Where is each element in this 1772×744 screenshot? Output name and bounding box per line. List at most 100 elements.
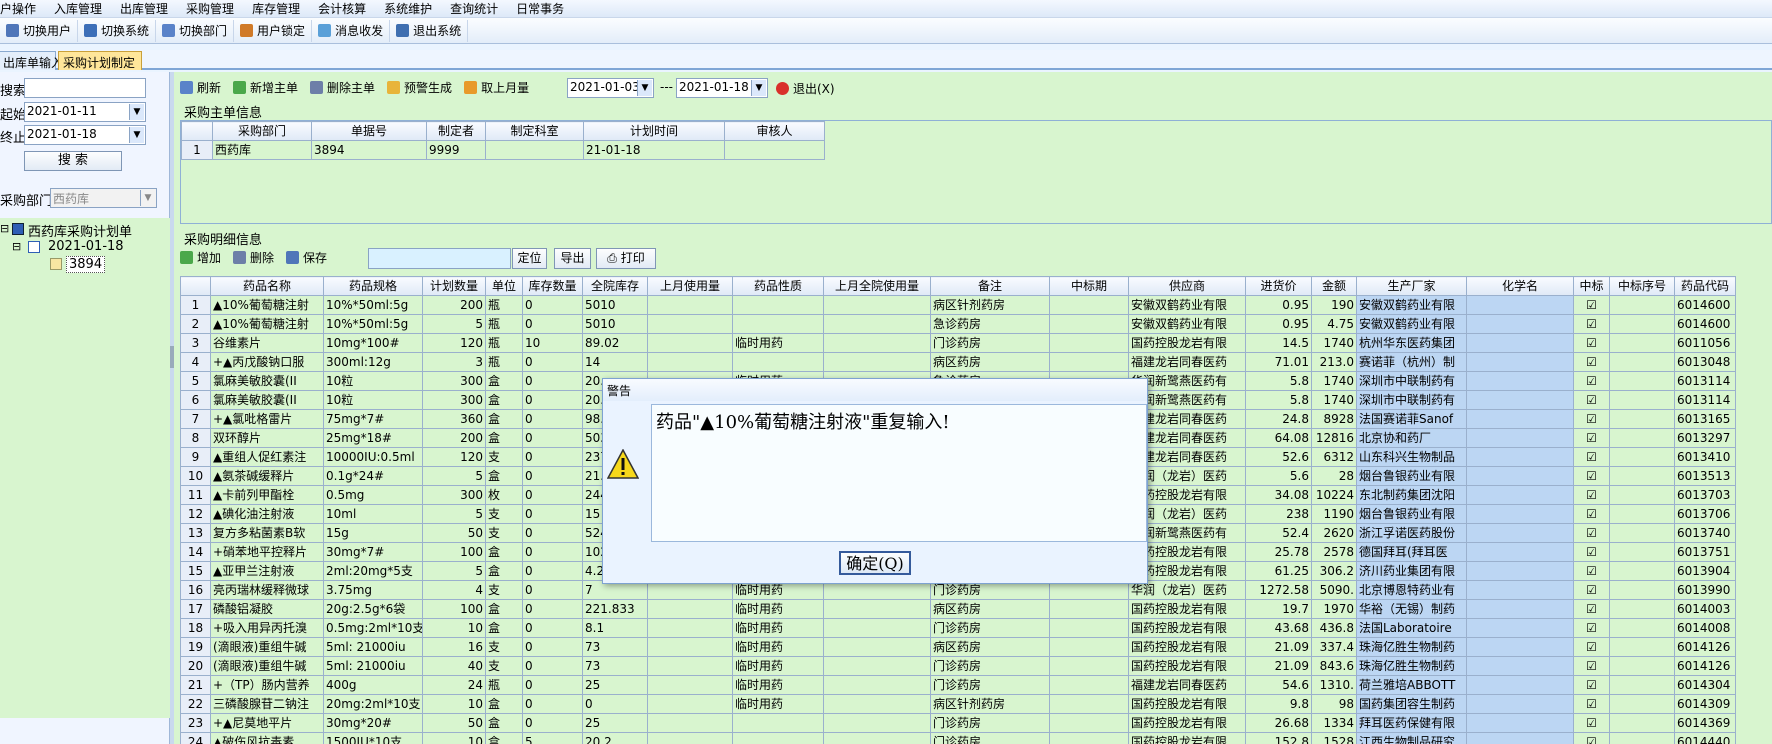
table-cell[interactable]: 盒	[485, 618, 523, 638]
table-cell[interactable]: 9	[180, 447, 211, 467]
table-cell[interactable]: 病区针剂药房	[930, 694, 1050, 714]
table-cell[interactable]: ☑	[1573, 447, 1610, 467]
table-row[interactable]: 3 谷维素片 10mg*100# 120 瓶 10 89.02 临时用药 门诊药房 国药控股龙岩有…	[180, 333, 1736, 353]
table-cell[interactable]	[823, 352, 931, 372]
table-cell[interactable]	[1466, 485, 1574, 505]
table-cell[interactable]: ☑	[1573, 428, 1610, 448]
table-cell[interactable]: ☑	[1573, 637, 1610, 657]
table-cell[interactable]: 华裕（无锡）制药	[1356, 599, 1467, 619]
table-cell[interactable]: 氯麻美敏胶囊(II	[210, 371, 324, 391]
table-cell[interactable]: 5.8	[1245, 390, 1312, 410]
table-cell[interactable]	[823, 618, 931, 638]
table-cell[interactable]: 300ml:12g	[323, 352, 423, 372]
table-cell[interactable]: 盒	[485, 713, 523, 733]
table-cell[interactable]: 国药控股龙岩有限	[1128, 637, 1246, 657]
table-cell[interactable]: 东北制药集团沈阳	[1356, 485, 1467, 505]
new-master-button[interactable]: 新增主单	[233, 79, 298, 96]
table-cell[interactable]: 珠海亿胜生物制药	[1356, 656, 1467, 676]
table-cell[interactable]: ▲破伤风抗毒素	[210, 732, 324, 744]
table-cell[interactable]: 20g:2.5g*6袋	[323, 599, 423, 619]
locate-button[interactable]: 定位	[512, 248, 547, 269]
table-cell[interactable]: 6013297	[1674, 428, 1736, 448]
toolbar-button[interactable]: 用户锁定	[234, 19, 313, 42]
table-cell[interactable]: ▲重组人促红素注	[210, 447, 324, 467]
table-cell[interactable]	[1049, 352, 1129, 372]
table-cell[interactable]: 300	[422, 390, 486, 410]
column-header[interactable]: 药品代码	[1674, 276, 1736, 296]
table-row[interactable]: 2 ▲10%葡萄糖注射 10%*50ml:5g 5 瓶 0 5010 急诊药房 安徽双鹤药业有限…	[180, 314, 1736, 334]
table-cell[interactable]: 6014369	[1674, 713, 1736, 733]
table-cell[interactable]: 34.08	[1245, 485, 1312, 505]
table-cell[interactable]: 52.4	[1245, 523, 1312, 543]
table-cell[interactable]: 30mg*20#	[323, 713, 423, 733]
menu-item[interactable]: 会计核算	[318, 0, 366, 17]
table-cell[interactable]: 100	[422, 542, 486, 562]
table-cell[interactable]: 152.8	[1245, 732, 1312, 744]
table-cell[interactable]: 国药控股龙岩有限	[1128, 713, 1246, 733]
table-cell[interactable]: 10%*50ml:5g	[323, 295, 423, 315]
table-cell[interactable]: 6014003	[1674, 599, 1736, 619]
table-cell[interactable]	[1466, 523, 1574, 543]
table-cell[interactable]: 14	[180, 542, 211, 562]
table-cell[interactable]	[1049, 656, 1129, 676]
table-cell[interactable]	[1466, 352, 1574, 372]
table-cell[interactable]: 国药控股龙岩有限	[1128, 618, 1246, 638]
table-cell[interactable]: 5ml: 21000iu	[323, 656, 423, 676]
table-cell[interactable]: (滴眼液)重组牛碱	[210, 656, 324, 676]
toolbar-button[interactable]: 切换部门	[156, 19, 235, 42]
table-cell[interactable]	[823, 675, 931, 695]
table-cell[interactable]: 1	[181, 140, 213, 160]
table-cell[interactable]: 0	[522, 466, 583, 486]
table-cell[interactable]: 120	[422, 447, 486, 467]
table-cell[interactable]: 9.8	[1245, 694, 1312, 714]
table-cell[interactable]: 360	[422, 409, 486, 429]
table-cell[interactable]: ☑	[1573, 580, 1610, 600]
table-cell[interactable]: 200	[422, 428, 486, 448]
table-cell[interactable]: 100	[422, 599, 486, 619]
tree-leaf-label[interactable]: 3894	[66, 256, 106, 273]
table-cell[interactable]	[1466, 333, 1574, 353]
column-header[interactable]: 审核人	[724, 121, 825, 141]
table-cell[interactable]: 赛诺菲（杭州）制	[1356, 352, 1467, 372]
table-cell[interactable]: 门诊药房	[930, 675, 1050, 695]
table-cell[interactable]	[1609, 713, 1675, 733]
table-cell[interactable]: 10ml	[323, 504, 423, 524]
menu-item[interactable]: 户操作	[0, 0, 36, 17]
table-row[interactable]: 4 +▲丙戊酸钠口服 300ml:12g 3 瓶 0 14 病区药房 福建龙岩同春医药 71.01…	[180, 352, 1736, 372]
table-cell[interactable]: 国药控股龙岩有限	[1128, 656, 1246, 676]
table-cell[interactable]: 73	[582, 637, 648, 657]
table-cell[interactable]: 0.95	[1245, 295, 1312, 315]
table-cell[interactable]	[823, 732, 931, 744]
table-cell[interactable]: 盒	[485, 561, 523, 581]
column-header[interactable]: 化学名	[1466, 276, 1574, 296]
table-cell[interactable]	[1609, 371, 1675, 391]
table-cell[interactable]: 法国赛诺菲Sanof	[1356, 409, 1467, 429]
table-cell[interactable]: 0	[522, 504, 583, 524]
column-header[interactable]	[180, 276, 211, 296]
table-row[interactable]: 22 三磷酸腺苷二钠注 20mg:2ml*10支 10 盒 0 0 临时用药 病区针剂药房 国药控…	[180, 694, 1736, 714]
table-cell[interactable]	[647, 675, 733, 695]
table-cell[interactable]: 双环醇片	[210, 428, 324, 448]
table-cell[interactable]: 0	[522, 713, 583, 733]
table-cell[interactable]	[647, 295, 733, 315]
table-cell[interactable]	[1049, 599, 1129, 619]
table-cell[interactable]	[1609, 618, 1675, 638]
table-cell[interactable]: 25	[582, 713, 648, 733]
table-cell[interactable]: 6014126	[1674, 656, 1736, 676]
table-cell[interactable]: 200	[422, 295, 486, 315]
table-cell[interactable]: (滴眼液)重组牛碱	[210, 637, 324, 657]
table-cell[interactable]: 病区药房	[930, 599, 1050, 619]
table-cell[interactable]	[1466, 580, 1574, 600]
dept-select[interactable]: 西药库 ▼	[50, 188, 157, 208]
chevron-down-icon[interactable]: ▼	[129, 104, 144, 120]
table-cell[interactable]	[1466, 371, 1574, 391]
table-cell[interactable]	[1609, 447, 1675, 467]
table-cell[interactable]	[1049, 694, 1129, 714]
locate-input[interactable]	[368, 248, 511, 269]
table-cell[interactable]	[1609, 409, 1675, 429]
table-cell[interactable]: 11	[180, 485, 211, 505]
table-cell[interactable]: 1528	[1311, 732, 1357, 744]
table-cell[interactable]: 深圳市中联制药有	[1356, 371, 1467, 391]
table-cell[interactable]: 4.75	[1311, 314, 1357, 334]
table-cell[interactable]	[647, 732, 733, 744]
